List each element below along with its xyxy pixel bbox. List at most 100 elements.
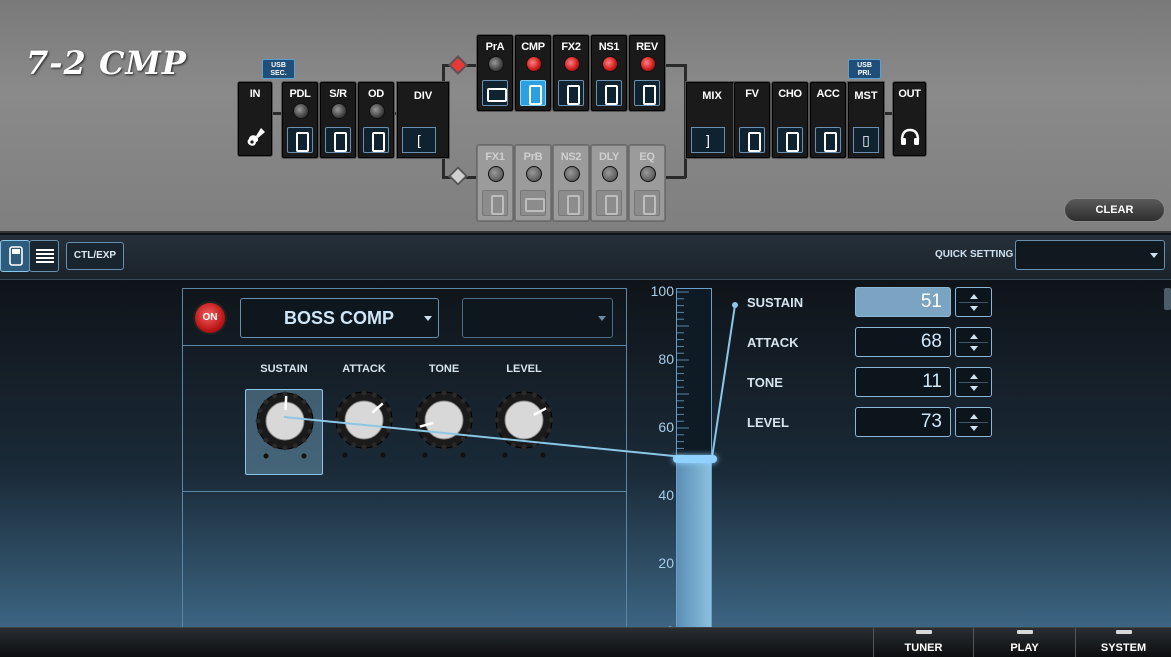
block-prb[interactable]: PrB — [515, 145, 551, 221]
usb-pri-line2: PRI. — [857, 70, 872, 77]
list-view-button[interactable] — [29, 240, 59, 272]
knob-tone[interactable] — [405, 389, 483, 475]
block-knob-icon — [602, 56, 618, 72]
block-fv[interactable]: FV — [734, 82, 770, 158]
block-fx1[interactable]: FX1 — [477, 145, 513, 221]
block-cmp[interactable]: CMP — [515, 35, 551, 111]
block-od[interactable]: OD — [358, 82, 394, 158]
tuner-label: TUNER — [904, 642, 943, 654]
block-label: PrB — [523, 151, 543, 163]
block-label: NS1 — [598, 41, 620, 53]
knob-label-tone: TONE — [428, 363, 460, 375]
pedal-icon — [287, 127, 313, 153]
slider-tick-100: 100 — [650, 283, 674, 299]
block-label: CMP — [521, 41, 545, 53]
block-pdl[interactable]: PDL — [282, 82, 318, 158]
block-label: MST — [854, 90, 878, 102]
block-eq[interactable]: EQ — [629, 145, 665, 221]
block-rev[interactable]: REV — [629, 35, 665, 111]
block-sr[interactable]: S/R — [320, 82, 356, 158]
ctl-exp-button[interactable]: CTL/EXP — [66, 242, 124, 270]
patch-name: 7-2 CMP — [26, 44, 187, 82]
param-value-tone[interactable]: 11 — [855, 367, 951, 397]
param-value-sustain[interactable]: 51 — [855, 287, 951, 317]
divider-label: DIV — [413, 90, 433, 102]
knob-level[interactable] — [485, 389, 563, 475]
block-cho[interactable]: CHO — [772, 82, 808, 158]
chevron-down-icon[interactable] — [970, 346, 978, 351]
tone-knob-icon — [414, 390, 474, 458]
tuner-button[interactable]: TUNER — [873, 628, 973, 657]
divider-bracket-icon: [ — [402, 127, 436, 153]
effect-on-button[interactable]: ON — [193, 301, 227, 335]
panel-view-button[interactable] — [0, 240, 30, 272]
block-fx2[interactable]: FX2 — [553, 35, 589, 111]
block-ns1[interactable]: NS1 — [591, 35, 627, 111]
knob-sustain[interactable] — [245, 389, 323, 475]
param-value-level[interactable]: 73 — [855, 407, 951, 437]
input-block[interactable]: IN — [238, 82, 272, 156]
headphones-icon — [900, 128, 920, 145]
block-acc[interactable]: ACC — [810, 82, 846, 158]
pedal-icon — [634, 190, 660, 216]
chain-wire — [664, 176, 686, 179]
sustain-knob-icon — [255, 391, 315, 459]
scrollbar[interactable] — [1164, 288, 1171, 310]
toolbar: CTL/EXP QUICK SETTING — [0, 235, 1171, 280]
block-mst[interactable]: MST ▯ — [848, 82, 884, 158]
variation-select[interactable] — [462, 298, 613, 338]
block-label: S/R — [329, 88, 347, 100]
usb-pri-badge: USB PRI. — [848, 59, 881, 79]
block-label: FX2 — [561, 41, 581, 53]
block-dly[interactable]: DLY — [591, 145, 627, 221]
pedal-icon — [558, 190, 584, 216]
chevron-down-icon[interactable] — [970, 306, 978, 311]
clear-button[interactable]: CLEAR — [1064, 198, 1165, 222]
system-label: SYSTEM — [1100, 642, 1147, 654]
pedal-icon — [739, 127, 765, 153]
chevron-down-icon — [1150, 253, 1158, 258]
chevron-up-icon[interactable] — [970, 294, 978, 299]
effect-type-select[interactable]: BOSS COMP — [240, 298, 439, 338]
block-ns2[interactable]: NS2 — [553, 145, 589, 221]
pedal-icon — [634, 80, 660, 106]
param-value-attack[interactable]: 68 — [855, 327, 951, 357]
pedal-icon — [777, 127, 803, 153]
pedal-icon — [558, 80, 584, 106]
output-block[interactable]: OUT — [893, 82, 926, 156]
param-stepper-level[interactable] — [955, 407, 992, 437]
param-name-attack: ATTACK — [747, 335, 799, 350]
block-label: ACC — [816, 88, 840, 100]
amp-icon — [520, 190, 546, 216]
effect-chain-area: 7-2 CMP IN USB SEC. PDL S/R OD DIV [PrA… — [0, 0, 1171, 233]
chevron-up-icon[interactable] — [970, 334, 978, 339]
effect-editor: ON BOSS COMP SUSTAIN ATTACK TONE LEVEL 1… — [0, 281, 1171, 639]
system-button[interactable]: SYSTEM — [1075, 628, 1171, 657]
knob-attack[interactable] — [325, 389, 403, 475]
divider-block[interactable]: DIV [ — [397, 82, 449, 158]
slider-handle[interactable] — [673, 454, 717, 463]
knob-label-level: LEVEL — [506, 363, 542, 375]
mixer-block[interactable]: MIX ] — [686, 82, 738, 158]
path-b-diamond-icon[interactable] — [448, 166, 468, 186]
chevron-down-icon[interactable] — [970, 426, 978, 431]
chevron-down-icon[interactable] — [970, 386, 978, 391]
pedal-icon — [325, 127, 351, 153]
block-label: NS2 — [560, 151, 582, 163]
param-stepper-sustain[interactable] — [955, 287, 992, 317]
pedal-icon — [363, 127, 389, 153]
chevron-up-icon[interactable] — [970, 414, 978, 419]
param-stepper-tone[interactable] — [955, 367, 992, 397]
play-button[interactable]: PLAY — [973, 628, 1075, 657]
value-slider[interactable] — [673, 288, 717, 633]
block-label: FV — [745, 88, 759, 100]
list-icon — [36, 249, 54, 263]
param-stepper-attack[interactable] — [955, 327, 992, 357]
chevron-up-icon[interactable] — [970, 374, 978, 379]
path-a-diamond-icon[interactable] — [448, 55, 468, 75]
guitar-icon — [247, 128, 265, 146]
quick-setting-select[interactable] — [1015, 240, 1165, 270]
block-pra[interactable]: PrA — [477, 35, 513, 111]
block-knob-icon — [602, 166, 618, 182]
level-knob-icon — [494, 390, 554, 458]
